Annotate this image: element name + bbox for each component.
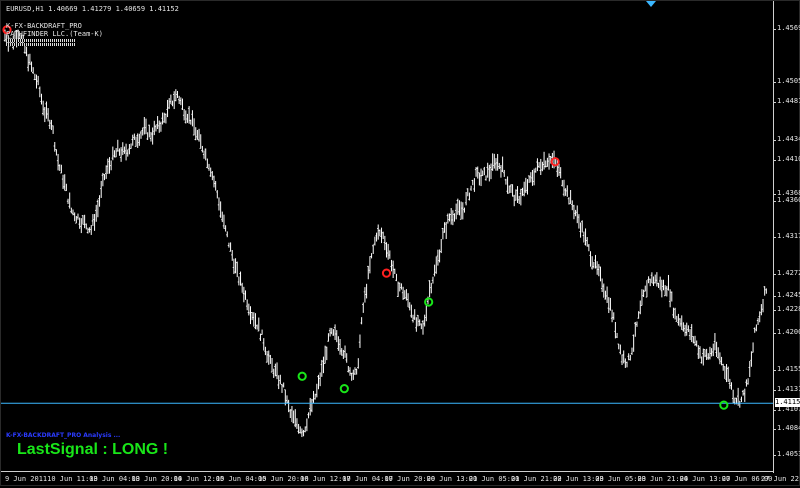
symbol-line: EURUSD,H1 1.40669 1.41279 1.40659 1.4115… bbox=[6, 5, 179, 13]
price-tick bbox=[773, 332, 776, 334]
price-tick bbox=[773, 28, 776, 30]
indicator-name: K-FX-BACKDRAFT_PRO bbox=[6, 22, 82, 30]
chart-shift-marker[interactable] bbox=[646, 1, 656, 7]
chart-header: EURUSD,H1 1.40669 1.41279 1.40659 1.4115… bbox=[6, 5, 179, 47]
price-tick bbox=[773, 370, 776, 372]
price-tick-label: 1.42720 bbox=[777, 268, 800, 277]
price-tick bbox=[773, 428, 776, 430]
long-signal-arrow bbox=[339, 384, 349, 394]
indicator-status-line: K-FX-BACKDRAFT_PRO Analysis ... bbox=[6, 432, 121, 439]
price-tick bbox=[773, 310, 776, 312]
price-tick bbox=[773, 295, 776, 297]
plot-area[interactable] bbox=[1, 1, 774, 471]
price-tick bbox=[773, 454, 776, 456]
current-price-label: 1.41152 bbox=[775, 398, 800, 408]
price-tick-label: 1.44810 bbox=[777, 96, 800, 105]
price-chart bbox=[1, 25, 774, 438]
price-tick-label: 1.41315 bbox=[777, 384, 800, 393]
price-tick-label: 1.42005 bbox=[777, 327, 800, 336]
time-tick-label: 9 Jun 2011 bbox=[5, 475, 48, 483]
price-tick bbox=[773, 101, 776, 103]
chart-window[interactable]: EURUSD,H1 1.40669 1.41279 1.40659 1.4115… bbox=[0, 0, 800, 486]
price-tick-label: 1.44345 bbox=[777, 134, 800, 143]
price-tick bbox=[773, 389, 776, 391]
price-tick bbox=[773, 409, 776, 411]
price-tick bbox=[773, 81, 776, 83]
price-tick bbox=[773, 139, 776, 141]
price-tick-label: 1.44100 bbox=[777, 155, 800, 164]
price-tick-label: 1.43170 bbox=[777, 231, 800, 240]
price-tick-label: 1.43605 bbox=[777, 195, 800, 204]
indicator-vendor: PATHFINDER LLC.(Team-K) bbox=[6, 30, 103, 38]
price-tick-label: 1.40845 bbox=[777, 423, 800, 432]
price-tick-label: 1.45695 bbox=[777, 23, 800, 32]
last-signal-text: LastSignal : LONG ! bbox=[17, 441, 169, 458]
price-tick bbox=[773, 160, 776, 162]
price-tick-label: 1.45050 bbox=[777, 76, 800, 85]
long-signal-arrow bbox=[424, 297, 434, 307]
long-signal-arrow bbox=[719, 400, 729, 410]
price-tick-label: 1.40530 bbox=[777, 449, 800, 458]
price-tick bbox=[773, 273, 776, 275]
price-tick bbox=[773, 194, 776, 196]
price-tick-label: 1.42455 bbox=[777, 290, 800, 299]
hatch-divider bbox=[6, 39, 76, 42]
short-signal-arrow bbox=[381, 268, 392, 278]
price-tick-label: 1.42280 bbox=[777, 305, 800, 314]
time-tick-label: 27 Jun 22:00 bbox=[761, 475, 800, 483]
long-signal-arrow bbox=[297, 371, 307, 381]
price-tick-label: 1.41550 bbox=[777, 365, 800, 374]
hatch-divider bbox=[6, 43, 76, 46]
price-tick bbox=[773, 236, 776, 238]
price-tick bbox=[773, 200, 776, 202]
